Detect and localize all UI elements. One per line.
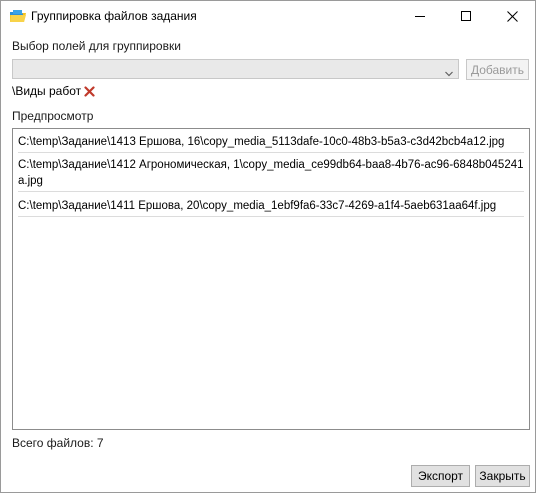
list-item[interactable]: C:\temp\Задание\1412 Агрономическая, 1\c… — [18, 157, 524, 192]
chevron-down-icon — [445, 66, 453, 80]
list-item[interactable]: C:\temp\Задание\1413 Ершова, 16\copy_med… — [18, 134, 524, 153]
preview-label: Предпросмотр — [12, 109, 94, 123]
dialog-window: Группировка файлов задания Выбор полей д… — [0, 0, 536, 493]
list-item[interactable]: C:\temp\Задание\1411 Ершова, 20\copy_med… — [18, 198, 524, 217]
group-tag-label: \Виды работ — [12, 84, 82, 98]
close-window-button[interactable] — [489, 1, 535, 32]
group-field-select[interactable] — [12, 59, 459, 79]
add-button[interactable]: Добавить — [466, 59, 529, 80]
remove-x-icon[interactable] — [84, 85, 95, 97]
fields-label: Выбор полей для группировки — [12, 39, 181, 53]
window-title: Группировка файлов задания — [31, 9, 197, 23]
maximize-icon — [460, 11, 472, 22]
title-bar[interactable]: Группировка файлов задания — [1, 1, 535, 32]
export-button[interactable]: Экспорт — [411, 465, 470, 487]
total-files-label: Всего файлов: 7 — [12, 436, 104, 450]
group-tag: \Виды работ — [12, 84, 95, 98]
close-button[interactable]: Закрыть — [475, 465, 530, 487]
preview-list[interactable]: C:\temp\Задание\1413 Ершова, 16\copy_med… — [12, 128, 530, 430]
minimize-icon — [414, 11, 426, 22]
close-icon — [506, 11, 518, 22]
folder-icon — [9, 8, 27, 24]
minimize-button[interactable] — [397, 1, 443, 32]
maximize-button[interactable] — [443, 1, 489, 32]
